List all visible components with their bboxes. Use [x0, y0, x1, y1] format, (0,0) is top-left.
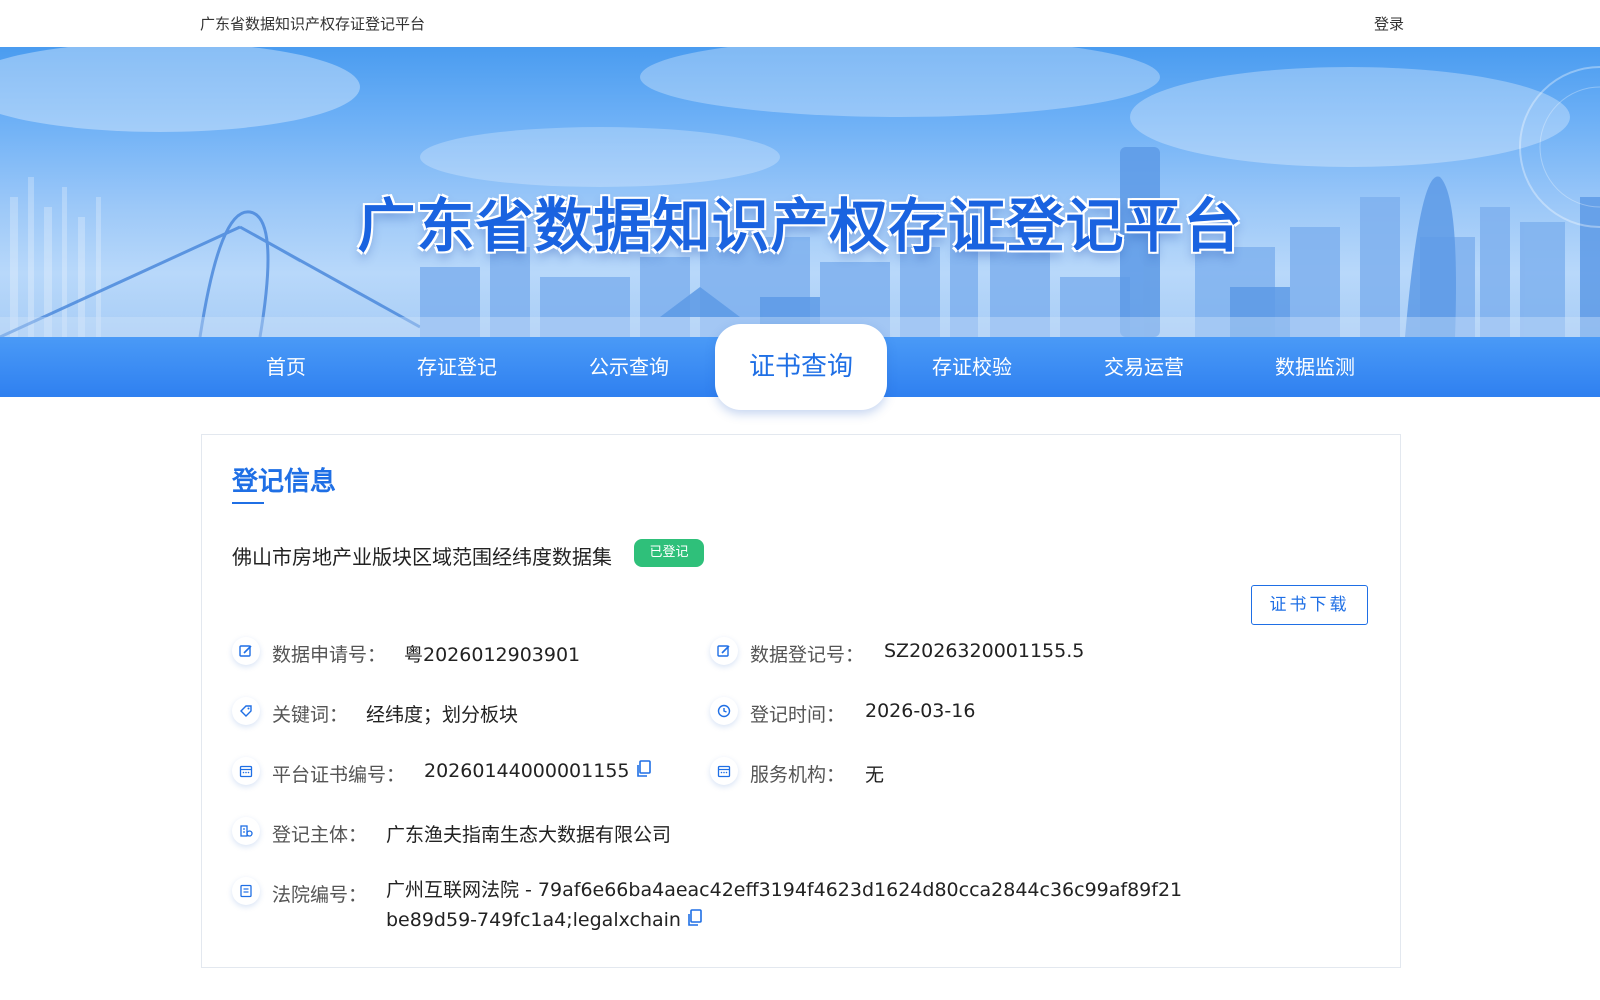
field-label: 服务机构： [750, 764, 846, 786]
edit-icon [232, 637, 260, 665]
nav-item-register[interactable]: 存证登记 [371, 337, 543, 397]
field-value: 20260144000001155 [424, 760, 630, 782]
nav-item-public-query[interactable]: 公示查询 [543, 337, 715, 397]
field-label: 平台证书编号： [272, 764, 406, 786]
nav-item-verify[interactable]: 存证校验 [886, 337, 1058, 397]
site-title: 广东省数据知识产权存证登记平台 [200, 15, 426, 33]
clock-icon [710, 697, 738, 725]
field-value: 广东渔夫指南生态大数据有限公司 [386, 824, 672, 846]
certificate-download-button[interactable]: 证书下载 [1251, 585, 1368, 625]
hero-banner: 广东省数据知识产权存证登记平台 [0, 47, 1600, 337]
copy-icon[interactable] [687, 906, 703, 936]
login-link[interactable]: 登录 [1374, 13, 1404, 34]
registration-info-card: 登记信息 佛山市房地产业版块区域范围经纬度数据集 已登记 证书下载 数据申请号：… [201, 434, 1401, 968]
nav-item-certificate-query[interactable]: 证书查询 [715, 324, 887, 410]
field-value: 粤2026012903901 [404, 644, 581, 666]
nav-item-trade[interactable]: 交易运营 [1058, 337, 1230, 397]
field-value: 无 [865, 764, 885, 786]
hero-title: 广东省数据知识产权存证登记平台 [357, 192, 1243, 260]
section-title-underline [232, 502, 264, 504]
field-value: 经纬度；划分板块 [366, 704, 519, 726]
calendar-icon [232, 757, 260, 785]
nav-item-monitor[interactable]: 数据监测 [1229, 337, 1401, 397]
field-label: 登记主体： [272, 824, 368, 846]
field-value-wrap: 20260144000001155 [424, 760, 652, 783]
field-label: 关键词： [272, 704, 349, 726]
field-label: 法院编号： [272, 884, 368, 906]
document-icon [232, 877, 260, 905]
field-label: 登记时间： [750, 704, 846, 726]
field-value: 2026-03-16 [865, 700, 976, 722]
calendar-icon [710, 757, 738, 785]
field-value: SZ2026320001155.5 [884, 640, 1085, 662]
tag-icon [232, 697, 260, 725]
nav-item-home[interactable]: 首页 [200, 337, 372, 397]
status-badge: 已登记 [634, 539, 704, 567]
edit-icon [710, 637, 738, 665]
court-number-value-wrap: 广州互联网法院 - 79af6e66ba4aeac42eff3194f4623d… [386, 875, 1186, 936]
field-label: 数据申请号： [272, 644, 387, 666]
building-icon [232, 817, 260, 845]
main-nav: 首页 存证登记 公示查询 证书查询 存证校验 交易运营 数据监测 [0, 324, 1600, 410]
copy-icon[interactable] [636, 760, 652, 783]
section-title: 登记信息 [232, 467, 337, 497]
court-number-value: 广州互联网法院 - 79af6e66ba4aeac42eff3194f4623d… [386, 879, 1183, 931]
top-bar: 广东省数据知识产权存证登记平台 登录 [0, 0, 1600, 47]
field-label: 数据登记号： [750, 644, 865, 666]
dataset-name: 佛山市房地产业版块区域范围经纬度数据集 [232, 545, 612, 569]
